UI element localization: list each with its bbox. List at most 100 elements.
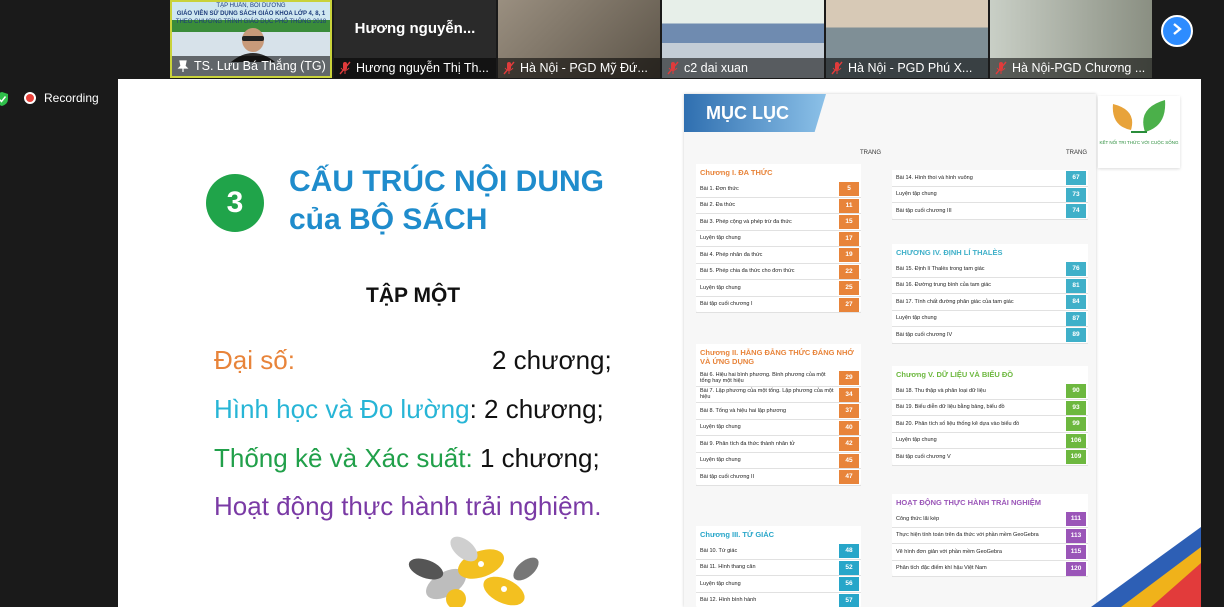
toc-entry: Luyện tập chung 106: [892, 433, 1088, 449]
chapter-card: Chương V. DỮ LIỆU VÀ BIỂU ĐỒ Bài 18. Thu …: [892, 366, 1088, 466]
line-label: Hình học và Đo lường: [214, 394, 470, 424]
toc-entry-title: Luyện tập chung: [700, 457, 741, 464]
toc-entry-title: Bài 18. Thu thập và phân loại dữ liệu: [896, 387, 986, 394]
chevron-right-icon: [1170, 22, 1184, 41]
content-line-practice: Hoạt động thực hành trải nghiệm.: [214, 491, 602, 521]
volume-heading: TẬP MỘT: [366, 284, 461, 307]
toc-entry: Bài tập cuối chương I 27: [696, 297, 861, 313]
toc-entry-page: 113: [1066, 528, 1086, 543]
chapter-title: Chương III. TỨ GIÁC: [700, 530, 775, 539]
banner-line: GIÁO VIÊN SỬ DỤNG SÁCH GIÁO KHOA LỚP 4, …: [176, 11, 326, 17]
toc-entry-title: Vẽ hình đơn giản với phần mềm GeoGebra: [896, 548, 1002, 555]
toc-entry-title: Bài 16. Đường trung bình của tam giác: [896, 282, 992, 289]
toc-entry: Luyện tập chung 87: [892, 311, 1088, 327]
toc-entry: Bài 10. Tứ giác 48: [696, 543, 861, 560]
toc-entry-page: 37: [839, 404, 859, 418]
chapter-title: Chương V. DỮ LIỆU VÀ BIỂU ĐỒ: [896, 370, 1014, 379]
mic-muted-icon: [338, 61, 352, 75]
toc-entry-title: Bài 7. Lập phương của một tổng. Lập phươ…: [700, 388, 834, 401]
toc-entry: Bài 7. Lập phương của một tổng. Lập phươ…: [696, 387, 861, 403]
participant-name: Hà Nội-PGD Chương ...: [990, 58, 1152, 78]
toc-entry: Luyện tập chung 45: [696, 453, 861, 469]
toc-entry: Luyện tập chung 56: [696, 576, 861, 593]
toc-entry-page: 47: [839, 470, 859, 484]
chapter-card: Bài 14. Hình thoi và hình vuông 67 Luyện t…: [892, 170, 1088, 220]
toc-entry-title: Luyện tập chung: [700, 235, 741, 242]
toc-entry-title: Bài 10. Tứ giác: [700, 547, 738, 554]
video-banner: TẬP HUẤN, BỒI DƯỠNG GIÁO VIÊN SỬ DỤNG SÁ…: [172, 2, 330, 26]
toc-entry-page: 27: [839, 297, 859, 312]
toc-entry: Bài 18. Thu thập và phân loại dữ liệu 90: [892, 383, 1088, 400]
toc-entry-title: Luyện tập chung: [896, 437, 937, 444]
toc-entry-title: Bài 11. Hình thang cân: [700, 564, 756, 571]
flower-illustration: [408, 536, 539, 607]
toc-entry-page: 29: [839, 371, 859, 385]
table-of-contents-page: MỤC LỤC TRANG TRANG Chương I. ĐA THỨC Bài…: [684, 94, 1096, 607]
toc-entry-page: 57: [839, 593, 859, 607]
participant-tile[interactable]: c2 dai xuan: [662, 0, 824, 78]
toc-entry-title: Luyện tập chung: [700, 580, 741, 587]
toc-entry-page: 17: [839, 231, 859, 246]
participant-name-text: Hương nguyễn Thị Th...: [356, 61, 489, 75]
toc-entry: Bài 5. Phép chia đa thức cho đơn thức 22: [696, 264, 861, 280]
chapter-card: CHƯƠNG IV. ĐỊNH LÍ THALÈS Bài 15. Định lí…: [892, 244, 1088, 344]
toc-entry-page: 40: [839, 420, 859, 435]
toc-entry-title: Bài tập cuối chương I: [700, 301, 753, 308]
content-line-geometry: Hình học và Đo lường: 2 chương;: [214, 394, 604, 425]
participant-name-text: TS. Lưu Bá Thắng (TG): [194, 59, 326, 73]
toc-entry: Bài 17. Tính chất đường phân giác của ta…: [892, 294, 1088, 311]
toc-entry-page: 22: [839, 264, 859, 279]
toc-entry: Bài 16. Đường trung bình của tam giác 81: [892, 278, 1088, 294]
participant-name: Hương nguyễn Thị Th...: [334, 58, 496, 78]
line-value: : 2 chương;: [469, 394, 604, 424]
toc-entry: Bài tập cuối chương V 109: [892, 449, 1088, 466]
publisher-logo: KẾT NỐI TRI THỨC VỚI CUỘC SỐNG: [1098, 96, 1180, 168]
chapter-card: HOẠT ĐỘNG THỰC HÀNH TRẢI NGHIỆM Công thức…: [892, 494, 1088, 577]
toc-entry-page: 76: [1066, 262, 1086, 276]
toc-entry: Bài 14. Hình thoi và hình vuông 67: [892, 170, 1088, 187]
participant-tile[interactable]: Hà Nội - PGD Mỹ Đứ...: [498, 0, 660, 78]
next-participants-button[interactable]: [1161, 15, 1193, 47]
participant-strip: TẬP HUẤN, BỒI DƯỠNG GIÁO VIÊN SỬ DỤNG SÁ…: [170, 0, 1152, 78]
toc-entry: Công thức lãi kép 111: [892, 511, 1088, 528]
toc-entry-page: 25: [839, 281, 859, 295]
toc-entry-title: Công thức lãi kép: [896, 515, 940, 522]
toc-entry: Phân tích đặc điểm khí hậu Việt Nam 120: [892, 561, 1088, 577]
page-column-header: TRANG: [860, 150, 881, 156]
toc-entry-title: Luyện tập chung: [896, 191, 937, 198]
participant-tile[interactable]: TẬP HUẤN, BỒI DƯỠNG GIÁO VIÊN SỬ DỤNG SÁ…: [170, 0, 332, 78]
participant-tile[interactable]: Hương nguyễn... Hương nguyễn Thị Th...: [334, 0, 496, 78]
toc-entry: Bài 8. Tổng và hiệu hai lập phương 37: [696, 403, 861, 420]
toc-entry: Bài 11. Hình thang cân 52: [696, 560, 861, 576]
chapter-card: Chương II. HẰNG ĐẲNG THỨC ĐÁNG NHỚ VÀ ỨN…: [696, 344, 861, 486]
participant-name-text: Hà Nội-PGD Chương ...: [1012, 61, 1146, 75]
chapter-title: Chương II. HẰNG ĐẲNG THỨC ĐÁNG NHỚ VÀ ỨN…: [700, 348, 854, 366]
chapter-card: Chương III. TỨ GIÁC Bài 10. Tứ giác 48 Bài …: [696, 526, 861, 607]
toc-entry-title: Bài 17. Tính chất đường phân giác của ta…: [896, 298, 1014, 305]
toc-entry-page: 15: [839, 215, 859, 229]
toc-entry: Vẽ hình đơn giản với phần mềm GeoGebra 11…: [892, 544, 1088, 561]
toc-entry-page: 48: [839, 544, 859, 558]
recording-indicator[interactable]: Recording: [24, 91, 99, 105]
toc-entry-title: Bài 6. Hiệu hai bình phương. Bình phương…: [700, 371, 826, 384]
participant-name-text: c2 dai xuan: [684, 61, 748, 75]
page-column-header: TRANG: [1066, 150, 1087, 156]
toc-entry-title: Bài 20. Phân tích số liệu thống kê dựa v…: [896, 420, 1020, 427]
toc-entry: Bài tập cuối chương IV 89: [892, 327, 1088, 344]
participant-display-name: Hương nguyễn...: [354, 20, 476, 37]
banner-line: TẬP HUẤN, BỒI DƯỠNG: [216, 3, 286, 9]
leaf-logo-icon: [1112, 100, 1166, 133]
participant-name: c2 dai xuan: [662, 58, 824, 78]
toc-entry-page: 45: [839, 453, 859, 468]
toc-entry-page: 73: [1066, 187, 1086, 202]
chapter-title: HOẠT ĐỘNG THỰC HÀNH TRẢI NGHIỆM: [896, 498, 1041, 507]
toc-entry-title: Bài 9. Phân tích đa thức thành nhân tử: [700, 440, 795, 447]
toc-entry-title: Bài 5. Phép chia đa thức cho đơn thức: [700, 268, 795, 275]
toc-entry-page: 56: [839, 577, 859, 591]
toc-entry-title: Bài 2. Đa thức: [700, 202, 736, 209]
toc-entry: Bài 2. Đa thức 11: [696, 198, 861, 214]
toc-entry: Luyện tập chung 17: [696, 231, 861, 247]
participant-tile[interactable]: Hà Nội-PGD Chương ...: [990, 0, 1152, 78]
content-line-statistics: Thống kê và Xác suất: 1 chương;: [214, 443, 600, 474]
participant-tile[interactable]: Hà Nội - PGD Phú X...: [826, 0, 988, 78]
